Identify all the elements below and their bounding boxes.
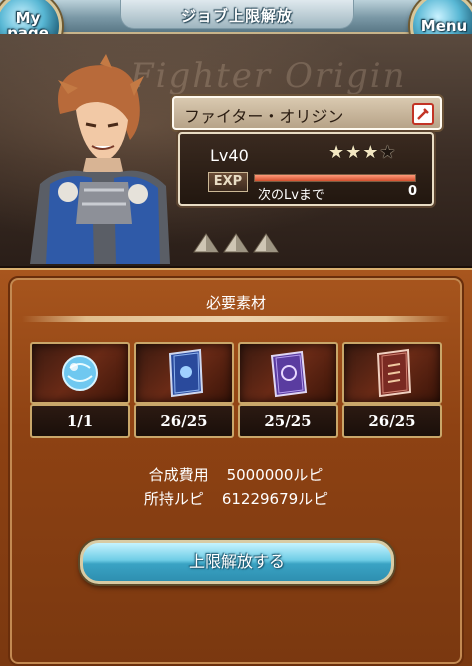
material-frame: [30, 342, 130, 404]
cost-value: 5000000ルピ: [226, 466, 324, 484]
materials-list: 1/1 26/25 25/25 26/25: [30, 342, 442, 442]
owned-value: 61229679ルピ: [221, 490, 329, 508]
star-filled-icon: ★: [345, 142, 363, 163]
next-level-label: 次のLvまで: [258, 188, 325, 203]
exp-label: EXP: [208, 172, 248, 192]
unlock-limit-button[interactable]: 上限解放する: [80, 540, 394, 584]
star-filled-icon: ★: [328, 142, 346, 163]
sword-icon: [412, 103, 434, 125]
class-name: ファイター・オリジン: [184, 107, 344, 126]
pyramid-icon: [223, 233, 249, 253]
character-portrait: [30, 54, 170, 264]
star-filled-icon: ★: [362, 142, 380, 163]
level-label: Lv40: [210, 146, 249, 165]
red-tome-icon: [376, 348, 412, 398]
material-item[interactable]: 26/25: [342, 342, 442, 438]
material-count: 26/25: [342, 404, 442, 438]
limit-break-indicators: [193, 233, 279, 253]
title-divider: [22, 316, 450, 322]
job-hero: Fighter Origin ファイター・オリジン Lv40 ★★★★ EXP …: [0, 34, 472, 266]
class-name-plate: ファイター・オリジン: [172, 96, 442, 130]
exp-bar-fill: [255, 175, 415, 181]
material-count: 1/1: [30, 404, 130, 438]
cost-label: 合成費用: [148, 466, 209, 484]
pyramid-icon: [193, 233, 219, 253]
blue-tome-icon: [168, 348, 204, 398]
menu-label: Menu: [420, 16, 468, 35]
material-count: 26/25: [134, 404, 234, 438]
top-bar: ジョブ上限解放: [0, 0, 472, 34]
page-title: ジョブ上限解放: [180, 7, 293, 25]
blue-orb-icon: [62, 355, 98, 391]
purple-tome-icon: [270, 350, 308, 398]
class-watermark: Fighter Origin: [130, 56, 407, 96]
materials-panel: 必要素材 1/1 26/25 25/25 26/25 合成費用 5000000ル…: [0, 268, 472, 666]
materials-title: 必要素材: [205, 294, 266, 312]
material-item[interactable]: 25/25: [238, 342, 338, 438]
owned-label: 所持ルピ: [143, 490, 204, 508]
material-count: 25/25: [238, 404, 338, 438]
next-level-value: 0: [408, 184, 418, 199]
title-plate: ジョブ上限解放: [120, 0, 354, 29]
star-empty-icon: ★: [379, 142, 397, 163]
cost-row: 合成費用 5000000ルピ: [0, 464, 472, 485]
material-frame: [238, 342, 338, 404]
exp-bar: [254, 174, 416, 182]
pyramid-icon: [253, 233, 279, 253]
material-item[interactable]: 1/1: [30, 342, 130, 438]
owned-row: 所持ルピ 61229679ルピ: [0, 488, 472, 509]
material-item[interactable]: 26/25: [134, 342, 234, 438]
material-frame: [342, 342, 442, 404]
rarity-stars: ★★★★: [328, 142, 397, 163]
material-frame: [134, 342, 234, 404]
